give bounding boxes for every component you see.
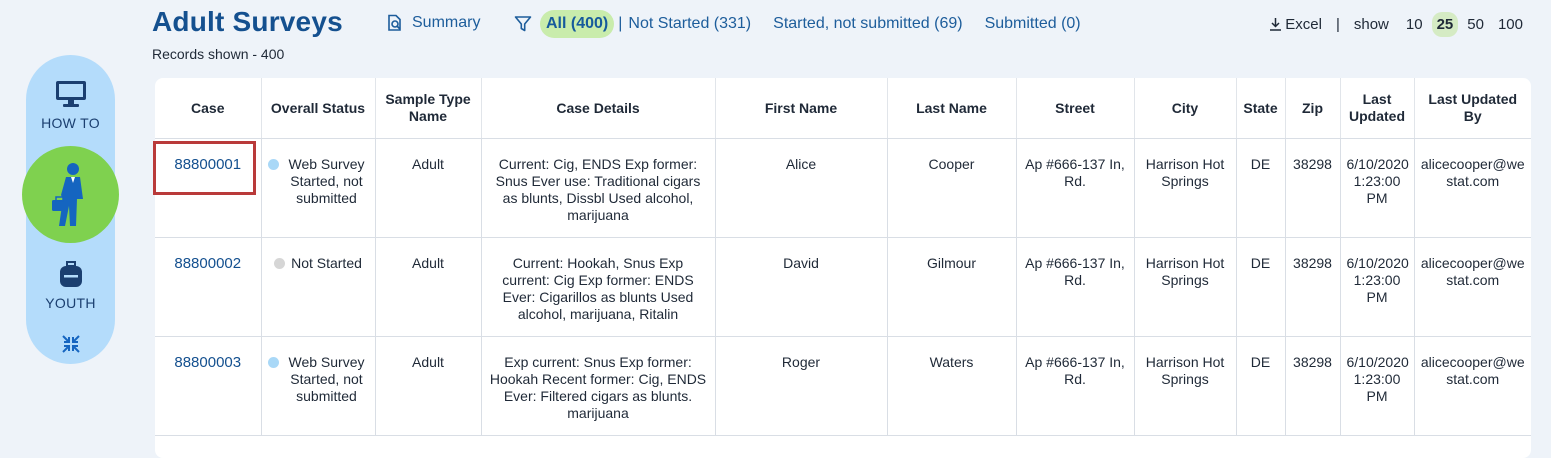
zip-cell: 38298 <box>1284 336 1340 436</box>
city-cell: Harrison Hot Springs <box>1133 138 1236 238</box>
status-text: Web Survey Started, not submitted <box>288 156 365 206</box>
summary-link[interactable]: Summary <box>386 14 480 32</box>
last-updated-by-cell: alicecooper@westat.com <box>1413 138 1531 238</box>
city-cell: Harrison Hot Springs <box>1133 237 1236 337</box>
filter-all[interactable]: All (400) <box>540 10 615 38</box>
case-link[interactable]: 88800003 <box>174 354 241 371</box>
state-cell: DE <box>1235 237 1285 337</box>
column-header-zip[interactable]: Zip <box>1284 78 1340 139</box>
person-walking-briefcase-icon <box>51 162 83 226</box>
zip-cell: 38298 <box>1284 237 1340 337</box>
case-link[interactable]: 88800002 <box>174 255 241 272</box>
city-cell: Harrison Hot Springs <box>1133 336 1236 436</box>
street-cell: Ap #666-137 In, Rd. <box>1015 237 1134 337</box>
survey-table-card: Case Overall Status Sample Type Name Cas… <box>155 78 1531 458</box>
column-header-case[interactable]: Case <box>155 78 261 139</box>
column-header-last-name[interactable]: Last Name <box>886 78 1016 139</box>
sample-type-cell: Adult <box>374 336 481 436</box>
sample-type-cell: Adult <box>374 138 481 238</box>
first-name-cell: Alice <box>714 138 887 238</box>
first-name-cell: David <box>714 237 887 337</box>
case-details-cell: Current: Hookah, Snus Exp current: Cig E… <box>480 237 715 337</box>
collapse-sidebar-button[interactable] <box>26 334 115 357</box>
street-cell: Ap #666-137 In, Rd. <box>1015 138 1134 238</box>
case-details-cell: Current: Cig, ENDS Exp former: Snus Ever… <box>480 138 715 238</box>
sidebar-item-youth[interactable]: YOUTH <box>26 260 115 311</box>
sample-type-cell: Adult <box>374 237 481 337</box>
page-size-100[interactable]: 100 <box>1493 12 1528 37</box>
excel-export-button[interactable]: Excel <box>1269 16 1322 33</box>
records-shown-label: Records shown - 400 <box>152 46 285 62</box>
first-name-cell: Roger <box>714 336 887 436</box>
column-header-last-updated-by[interactable]: Last Updated By <box>1413 78 1531 139</box>
column-header-state[interactable]: State <box>1235 78 1285 139</box>
sidebar-item-how-to[interactable]: HOW TO <box>26 80 115 131</box>
summary-search-icon <box>388 14 401 31</box>
column-header-overall-status[interactable]: Overall Status <box>260 78 375 139</box>
page-title: Adult Surveys <box>152 6 343 37</box>
column-header-case-details[interactable]: Case Details <box>480 78 715 139</box>
state-cell: DE <box>1235 336 1285 436</box>
table-row: 88800003 Web Survey Started, not submitt… <box>155 336 1531 436</box>
last-updated-cell: 6/10/2020 1:23:00 PM <box>1339 237 1414 337</box>
page-size-25[interactable]: 25 <box>1431 11 1459 37</box>
last-updated-cell: 6/10/2020 1:23:00 PM <box>1339 138 1414 238</box>
last-updated-by-cell: alicecooper@westat.com <box>1413 336 1531 436</box>
collapse-arrows-icon <box>61 335 80 353</box>
status-filters: All (400) | Not Started (331) Started, n… <box>514 9 1081 39</box>
survey-table: Case Overall Status Sample Type Name Cas… <box>155 78 1531 436</box>
sidebar-youth-label: YOUTH <box>45 295 96 311</box>
status-dot-icon <box>267 357 279 368</box>
filter-not-started[interactable]: Not Started (331) <box>628 15 751 33</box>
summary-label: Summary <box>412 14 481 31</box>
table-row: 88800002 Not Started Adult Current: Hook… <box>155 237 1531 337</box>
filter-submitted[interactable]: Submitted (0) <box>985 15 1081 33</box>
status-dot-icon <box>267 159 279 170</box>
last-name-cell: Waters <box>886 336 1016 436</box>
case-link[interactable]: 88800001 <box>174 156 241 173</box>
state-cell: DE <box>1235 138 1285 238</box>
sidebar-how-to-label: HOW TO <box>41 115 100 131</box>
status-text: Not Started <box>291 255 362 271</box>
last-updated-cell: 6/10/2020 1:23:00 PM <box>1339 336 1414 436</box>
filter-started-not-submitted[interactable]: Started, not submitted (69) <box>773 15 962 33</box>
last-updated-by-cell: alicecooper@westat.com <box>1413 237 1531 337</box>
table-header-row: Case Overall Status Sample Type Name Cas… <box>155 78 1531 139</box>
status-text: Web Survey Started, not submitted <box>288 354 365 404</box>
column-header-street[interactable]: Street <box>1015 78 1134 139</box>
table-row: 88800001 Web Survey Started, not submitt… <box>155 138 1531 238</box>
last-name-cell: Cooper <box>886 138 1016 238</box>
column-header-first-name[interactable]: First Name <box>714 78 887 139</box>
column-header-sample-type[interactable]: Sample Type Name <box>374 78 481 139</box>
column-header-city[interactable]: City <box>1133 78 1236 139</box>
case-details-cell: Exp current: Snus Exp former: Hookah Rec… <box>480 336 715 436</box>
show-label: show <box>1353 15 1389 33</box>
monitor-icon <box>55 81 86 107</box>
toolbar-separator: | <box>1335 15 1340 33</box>
sidebar-item-adult[interactable] <box>22 146 119 243</box>
excel-label: Excel <box>1285 15 1322 33</box>
page-size-10[interactable]: 10 <box>1401 12 1428 37</box>
street-cell: Ap #666-137 In, Rd. <box>1015 336 1134 436</box>
filter-separator: | <box>618 15 623 32</box>
status-dot-icon <box>274 258 286 269</box>
column-header-last-updated[interactable]: Last Updated <box>1339 78 1414 139</box>
last-name-cell: Gilmour <box>886 237 1016 337</box>
download-icon <box>1270 18 1282 31</box>
table-toolbar: Excel | show 10 25 50 100 <box>1269 9 1530 39</box>
backpack-icon <box>59 261 82 287</box>
filter-icon <box>514 16 532 32</box>
zip-cell: 38298 <box>1284 138 1340 238</box>
page-size-50[interactable]: 50 <box>1462 12 1489 37</box>
